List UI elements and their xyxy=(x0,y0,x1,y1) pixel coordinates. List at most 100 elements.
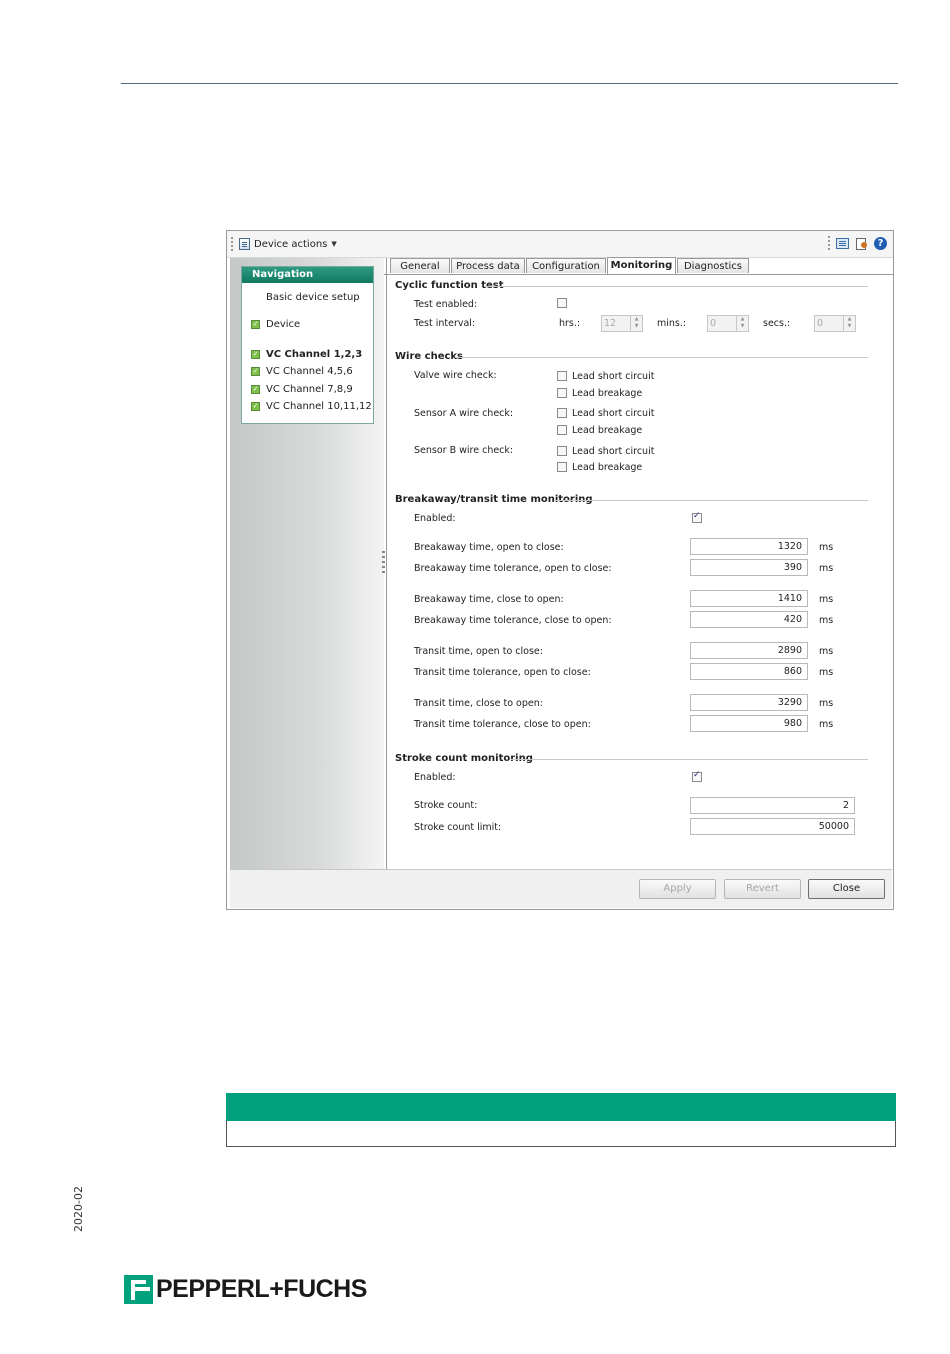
tab-monitoring[interactable]: Monitoring xyxy=(607,257,676,274)
nav-item-device[interactable]: ✓ Device xyxy=(251,319,301,330)
transit-tol-open-close-label: Transit time tolerance, open to close: xyxy=(414,667,591,678)
breakaway-open-close-input[interactable]: 1320 xyxy=(690,538,808,555)
brand-name: PEPPERL+FUCHS xyxy=(156,1275,367,1303)
nav-item-label: VC Channel 10,11,12 xyxy=(266,401,372,412)
nav-item-label: Basic device setup xyxy=(266,292,360,303)
sensor-b-wire-check-label: Sensor B wire check: xyxy=(414,445,514,456)
splitter-handle[interactable] xyxy=(382,551,385,575)
tab-process-data[interactable]: Process data xyxy=(451,258,525,273)
breakaway-enabled-label: Enabled: xyxy=(414,513,456,524)
apply-button[interactable]: Apply xyxy=(639,879,716,899)
navigation-area: Navigation Basic device setup ✓ Device ✓… xyxy=(230,258,384,869)
valve-breakage-checkbox[interactable] xyxy=(557,388,567,398)
unit-label: ms xyxy=(819,563,834,574)
toolbar-grip[interactable] xyxy=(231,237,233,251)
mins-stepper[interactable]: 0 ▲ ▼ xyxy=(707,315,749,332)
unit-label: ms xyxy=(819,667,834,678)
unit-label: ms xyxy=(819,719,834,730)
breakaway-close-open-input[interactable]: 1410 xyxy=(690,590,808,607)
breakaway-close-open-label: Breakaway time, close to open: xyxy=(414,594,564,605)
tab-bar: General Process data Configuration Monit… xyxy=(384,257,894,275)
sensor-b-short-circuit-checkbox[interactable] xyxy=(557,446,567,456)
stroke-enabled-checkbox[interactable] xyxy=(692,770,702,782)
transit-open-close-label: Transit time, open to close: xyxy=(414,646,543,657)
transit-tol-close-open-label: Transit time tolerance, close to open: xyxy=(414,719,591,730)
brand-logo: PEPPERL+FUCHS xyxy=(124,1275,367,1304)
hrs-stepper[interactable]: 12 ▲ ▼ xyxy=(601,315,643,332)
table-row xyxy=(226,1121,896,1147)
check-ok-icon: ✓ xyxy=(251,350,260,359)
section-wire-title: Wire checks xyxy=(395,351,464,362)
nav-item-vc-channel-1-2-3[interactable]: ✓ VC Channel 1,2,3 xyxy=(251,349,363,360)
breakaway-tol-open-close-input[interactable]: 390 xyxy=(690,559,808,576)
breakaway-tol-close-open-label: Breakaway time tolerance, close to open: xyxy=(414,615,612,626)
test-interval-label: Test interval: xyxy=(414,318,476,329)
unit-label: ms xyxy=(819,646,834,657)
dialog-footer: Apply Revert Close xyxy=(230,869,892,908)
unit-label: ms xyxy=(819,594,834,605)
nav-item-label: VC Channel 1,2,3 xyxy=(266,349,363,360)
test-enabled-label: Test enabled: xyxy=(414,299,478,310)
test-enabled-checkbox[interactable] xyxy=(557,298,567,308)
close-button[interactable]: Close xyxy=(808,879,885,899)
sensor-a-breakage-checkbox[interactable] xyxy=(557,425,567,435)
unit-label: ms xyxy=(819,615,834,626)
table-header xyxy=(226,1093,896,1121)
breakaway-enabled-checkbox[interactable] xyxy=(692,511,702,523)
breakaway-open-close-label: Breakaway time, open to close: xyxy=(414,542,564,553)
valve-short-circuit-label: Lead short circuit xyxy=(572,371,655,382)
toolbar-right: ? xyxy=(828,236,887,250)
tab-diagnostics[interactable]: Diagnostics xyxy=(677,258,749,273)
secs-stepper[interactable]: 0 ▲ ▼ xyxy=(814,315,856,332)
stroke-enabled-label: Enabled: xyxy=(414,772,456,783)
stroke-count-limit-label: Stroke count limit: xyxy=(414,822,502,833)
page-header-rule xyxy=(121,83,898,84)
check-ok-icon: ✓ xyxy=(251,385,260,394)
tab-configuration[interactable]: Configuration xyxy=(526,258,606,273)
transit-tol-close-open-input[interactable]: 980 xyxy=(690,715,808,732)
device-actions-label: Device actions xyxy=(254,238,328,250)
revert-button[interactable]: Revert xyxy=(724,879,801,899)
breakaway-tol-open-close-label: Breakaway time tolerance, open to close: xyxy=(414,563,612,574)
sensor-b-breakage-checkbox[interactable] xyxy=(557,462,567,472)
section-divider xyxy=(487,286,868,287)
stroke-count-label: Stroke count: xyxy=(414,800,478,811)
stepper-arrows-icon[interactable]: ▲ ▼ xyxy=(736,316,748,331)
transit-close-open-label: Transit time, close to open: xyxy=(414,698,543,709)
stepper-arrows-icon[interactable]: ▲ ▼ xyxy=(843,316,855,331)
device-dialog: Device actions ▼ ? Navigation Basic devi… xyxy=(226,230,894,910)
section-divider xyxy=(555,500,868,501)
help-icon[interactable]: ? xyxy=(874,236,887,250)
nav-item-vc-channel-10-11-12[interactable]: ✓ VC Channel 10,11,12 xyxy=(251,401,372,412)
stepper-arrows-icon[interactable]: ▲ ▼ xyxy=(630,316,642,331)
stroke-count-input[interactable]: 2 xyxy=(690,797,855,814)
stroke-count-limit-input[interactable]: 50000 xyxy=(690,818,855,835)
nav-item-basic-device-setup[interactable]: Basic device setup xyxy=(266,292,360,303)
nav-item-label: Device xyxy=(266,319,301,330)
sensor-b-short-circuit-label: Lead short circuit xyxy=(572,446,655,457)
transit-open-close-input[interactable]: 2890 xyxy=(690,642,808,659)
check-ok-icon: ✓ xyxy=(251,320,260,329)
sensor-a-breakage-label: Lead breakage xyxy=(572,425,643,436)
valve-breakage-label: Lead breakage xyxy=(572,388,643,399)
device-actions-button[interactable]: Device actions ▼ xyxy=(239,235,337,253)
tab-general[interactable]: General xyxy=(390,258,450,273)
unit-label: ms xyxy=(819,698,834,709)
nav-item-vc-channel-4-5-6[interactable]: ✓ VC Channel 4,5,6 xyxy=(251,366,353,377)
document-date: 2020-02 xyxy=(72,1186,85,1232)
nav-item-vc-channel-7-8-9[interactable]: ✓ VC Channel 7,8,9 xyxy=(251,384,353,395)
breakaway-tol-close-open-input[interactable]: 420 xyxy=(690,611,808,628)
sensor-a-short-circuit-label: Lead short circuit xyxy=(572,408,655,419)
transit-tol-open-close-input[interactable]: 860 xyxy=(690,663,808,680)
transit-close-open-input[interactable]: 3290 xyxy=(690,694,808,711)
device-actions-icon xyxy=(239,238,250,250)
navigation-title: Navigation xyxy=(242,267,373,283)
toolbar: Device actions ▼ ? xyxy=(227,231,893,258)
device-tool-icon[interactable] xyxy=(855,237,868,250)
toolbar-grip-right[interactable] xyxy=(828,236,830,250)
list-view-icon[interactable] xyxy=(836,237,849,249)
sensor-b-breakage-label: Lead breakage xyxy=(572,462,643,473)
valve-short-circuit-checkbox[interactable] xyxy=(557,371,567,381)
chevron-down-icon: ▼ xyxy=(331,240,337,248)
sensor-a-short-circuit-checkbox[interactable] xyxy=(557,408,567,418)
